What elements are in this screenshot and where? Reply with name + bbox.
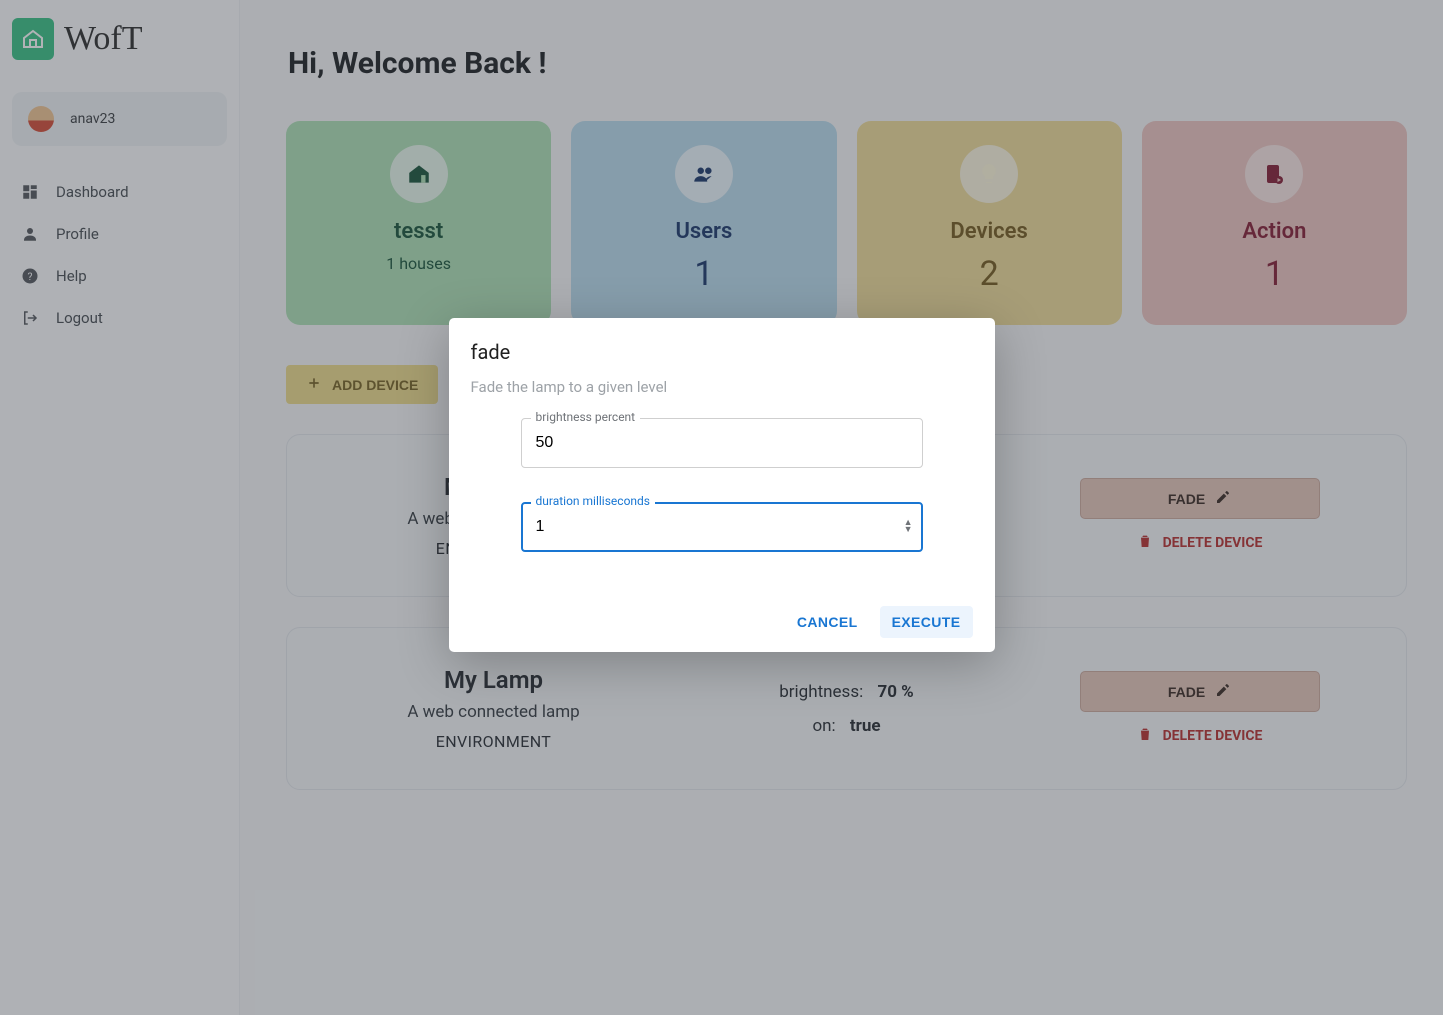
- modal-overlay[interactable]: fade Fade the lamp to a given level brig…: [0, 0, 1443, 1015]
- duration-input[interactable]: [521, 502, 923, 552]
- brightness-input[interactable]: [521, 418, 923, 468]
- dialog-desc: Fade the lamp to a given level: [471, 378, 973, 396]
- duration-field: duration milliseconds ▲ ▼: [521, 502, 923, 552]
- spinner-down-icon[interactable]: ▼: [904, 527, 913, 534]
- brightness-field: brightness percent: [521, 418, 923, 468]
- cancel-button[interactable]: CANCEL: [785, 606, 870, 638]
- duration-field-label: duration milliseconds: [531, 494, 656, 508]
- execute-button[interactable]: EXECUTE: [880, 606, 973, 638]
- fade-dialog: fade Fade the lamp to a given level brig…: [449, 318, 995, 652]
- number-spinner[interactable]: ▲ ▼: [904, 520, 913, 534]
- brightness-field-label: brightness percent: [531, 410, 641, 424]
- dialog-title: fade: [471, 340, 973, 364]
